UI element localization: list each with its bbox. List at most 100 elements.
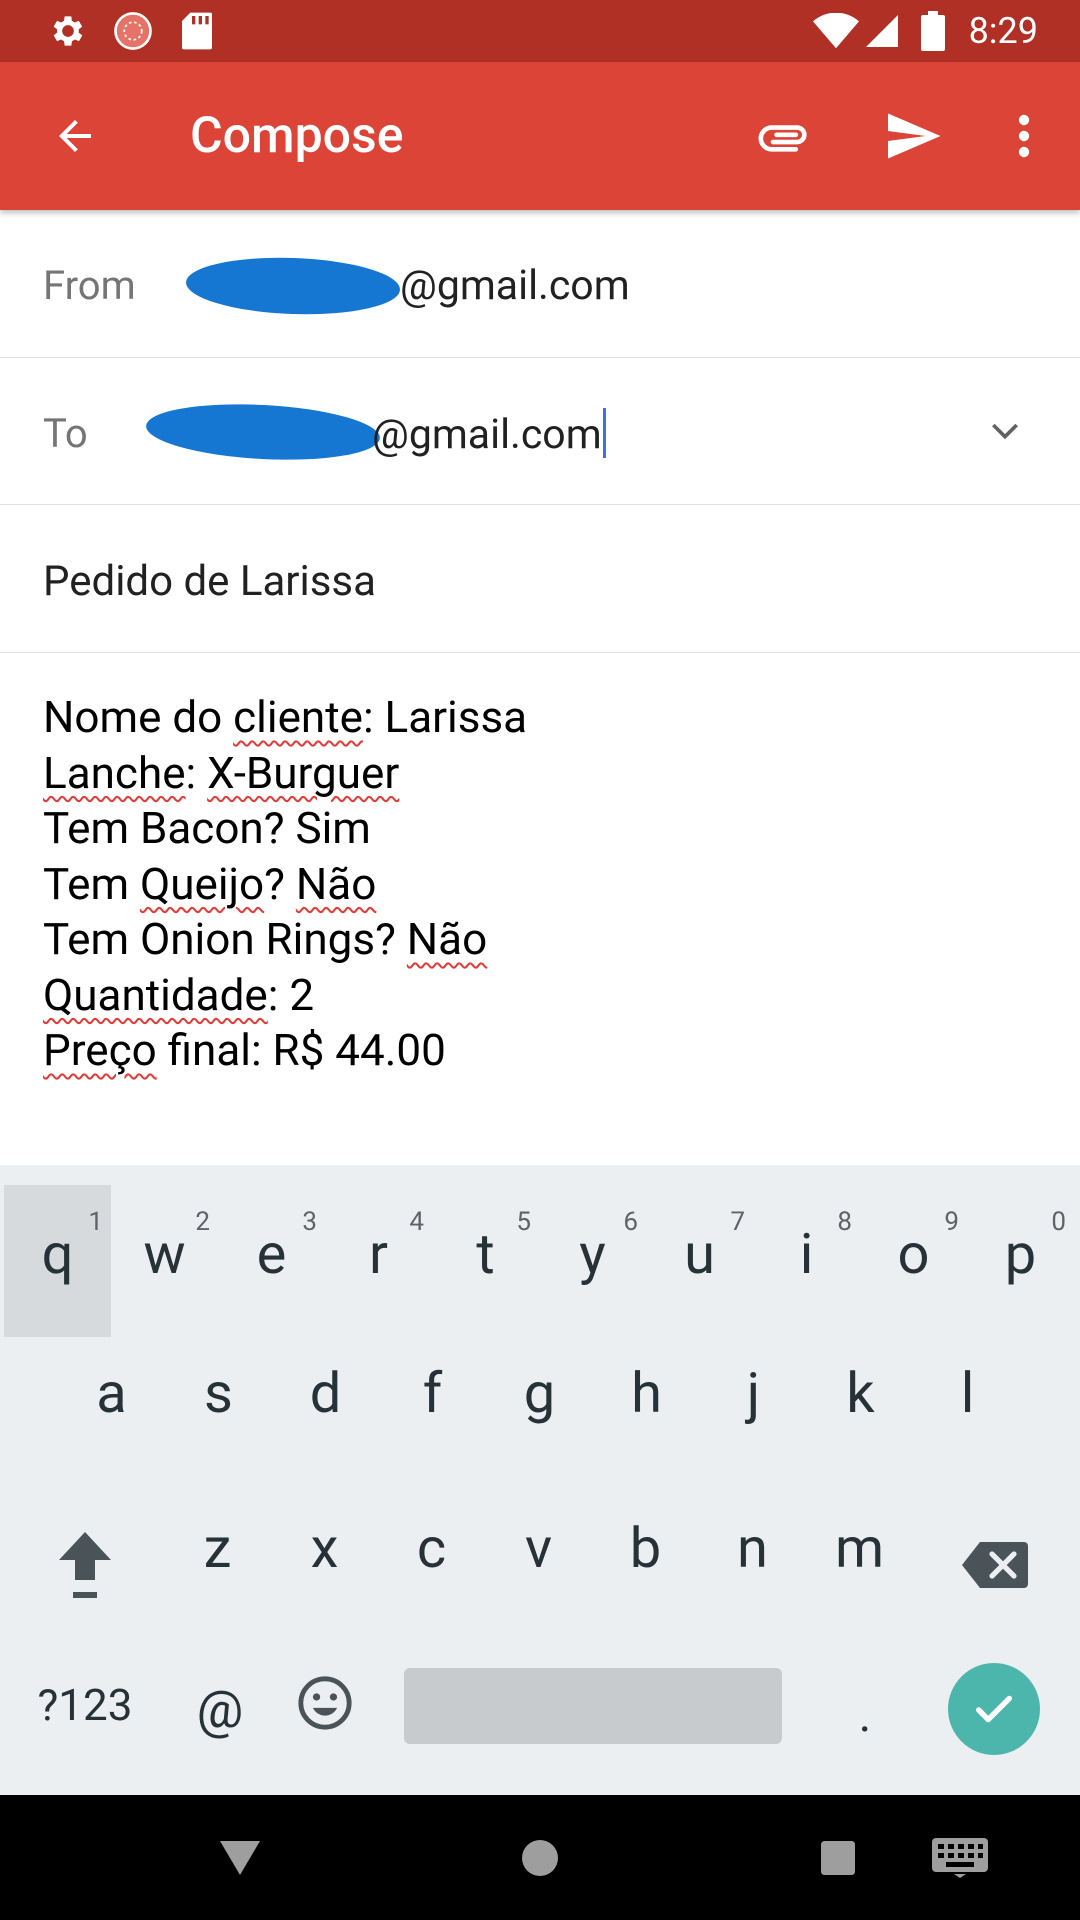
key-e[interactable]: e3: [218, 1185, 325, 1337]
page-title: Compose: [190, 107, 404, 165]
key-hint: 9: [944, 1207, 959, 1237]
body-line: Tem Onion Rings? Não: [43, 913, 488, 965]
to-address: @gmail.com: [372, 411, 602, 459]
key-label: g: [523, 1360, 556, 1426]
body-line: Tem Queijo? Não: [43, 857, 377, 910]
more-vert-icon[interactable]: [1000, 62, 1048, 210]
key-v[interactable]: v: [485, 1490, 592, 1620]
key-h[interactable]: h: [593, 1335, 700, 1465]
body-line: Quantidade: 2: [43, 968, 315, 1021]
period-key[interactable]: .: [820, 1650, 910, 1760]
key-label: l: [960, 1360, 975, 1426]
key-z[interactable]: z: [164, 1490, 271, 1620]
settings-icon: [40, 0, 96, 62]
key-hint: 2: [195, 1207, 210, 1237]
back-triangle-icon[interactable]: [200, 1795, 280, 1920]
space-bar[interactable]: [404, 1668, 782, 1744]
key-hint: 3: [302, 1207, 317, 1237]
to-label: To: [43, 410, 88, 457]
app-bar: Compose: [0, 62, 1080, 210]
wifi-icon: [808, 0, 864, 62]
body-line: Preço final: R$ 44.00: [43, 1024, 446, 1076]
key-label: h: [631, 1360, 662, 1426]
key-label: z: [203, 1515, 232, 1581]
key-hint: 6: [623, 1207, 638, 1237]
to-field[interactable]: @gmail.com: [372, 408, 606, 459]
key-b[interactable]: b: [592, 1490, 699, 1620]
done-check-icon[interactable]: [948, 1663, 1040, 1755]
key-label: f: [422, 1360, 443, 1426]
home-circle-icon[interactable]: [500, 1795, 580, 1920]
key-hint: 0: [1051, 1207, 1066, 1237]
battery-icon: [918, 0, 948, 62]
key-label: x: [310, 1515, 339, 1581]
key-hint: 5: [516, 1207, 531, 1237]
key-label: d: [309, 1360, 342, 1426]
body-line: Tem Bacon? Sim: [43, 802, 371, 854]
body-line: Lanche: X-Burguer: [43, 746, 400, 799]
shift-key[interactable]: [40, 1500, 130, 1630]
key-o[interactable]: o9: [860, 1185, 967, 1337]
to-row[interactable]: To @gmail.com: [0, 357, 1080, 505]
key-t[interactable]: t5: [432, 1185, 539, 1337]
chevron-down-icon[interactable]: [980, 405, 1030, 455]
key-label: n: [737, 1515, 768, 1581]
sync-icon: [105, 0, 161, 62]
backspace-key[interactable]: [950, 1500, 1040, 1630]
signal-icon: [862, 0, 902, 62]
key-label: k: [846, 1360, 875, 1426]
key-label: m: [834, 1515, 885, 1581]
key-x[interactable]: x: [271, 1490, 378, 1620]
key-label: v: [524, 1515, 553, 1581]
key-p[interactable]: p0: [967, 1185, 1074, 1337]
attach-icon[interactable]: [740, 62, 830, 210]
key-c[interactable]: c: [378, 1490, 485, 1620]
key-label: b: [629, 1515, 662, 1581]
key-k[interactable]: k: [807, 1335, 914, 1465]
at-key[interactable]: @: [175, 1650, 265, 1760]
recents-square-icon[interactable]: [798, 1795, 878, 1920]
emoji-icon[interactable]: [280, 1650, 370, 1760]
key-w[interactable]: w2: [111, 1185, 218, 1337]
key-d[interactable]: d: [272, 1335, 379, 1465]
text-cursor: [602, 408, 606, 458]
key-y[interactable]: y6: [539, 1185, 646, 1337]
subject-row[interactable]: Pedido de Larissa: [0, 504, 1080, 653]
key-f[interactable]: f: [379, 1335, 486, 1465]
key-hint: 4: [409, 1207, 424, 1237]
body-line: Nome do cliente: Larissa: [43, 691, 528, 743]
redaction-mark: [185, 254, 401, 318]
key-label: s: [204, 1360, 233, 1426]
key-i[interactable]: i8: [753, 1185, 860, 1337]
status-bar: 8:29: [0, 0, 1080, 62]
from-label: From: [43, 262, 136, 309]
keyboard-icon[interactable]: [918, 1795, 1002, 1920]
key-hint: 7: [730, 1207, 745, 1237]
symbols-key[interactable]: ?123: [18, 1650, 152, 1760]
status-time: 8:29: [968, 10, 1038, 52]
message-body[interactable]: Nome do cliente: Larissa Lanche: X-Burgu…: [43, 690, 527, 1079]
key-j[interactable]: j: [700, 1335, 807, 1465]
redaction-mark: [144, 398, 382, 466]
key-q[interactable]: q1: [4, 1185, 111, 1337]
navigation-bar: [0, 1795, 1080, 1920]
key-label: a: [96, 1360, 127, 1426]
key-r[interactable]: r4: [325, 1185, 432, 1337]
key-u[interactable]: u7: [646, 1185, 753, 1337]
key-hint: 8: [837, 1207, 852, 1237]
send-icon[interactable]: [868, 62, 958, 210]
sd-card-icon: [172, 0, 222, 62]
key-s[interactable]: s: [165, 1335, 272, 1465]
key-l[interactable]: l: [914, 1335, 1021, 1465]
key-a[interactable]: a: [58, 1335, 165, 1465]
key-hint: 1: [88, 1207, 103, 1237]
back-arrow-icon[interactable]: [30, 62, 120, 210]
key-m[interactable]: m: [806, 1490, 913, 1620]
from-row[interactable]: From @gmail.com: [0, 210, 1080, 358]
key-n[interactable]: n: [699, 1490, 806, 1620]
subject-field[interactable]: Pedido de Larissa: [43, 557, 376, 606]
key-label: j: [746, 1360, 761, 1426]
from-address: @gmail.com: [400, 262, 630, 310]
key-label: c: [416, 1515, 447, 1581]
key-g[interactable]: g: [486, 1335, 593, 1465]
